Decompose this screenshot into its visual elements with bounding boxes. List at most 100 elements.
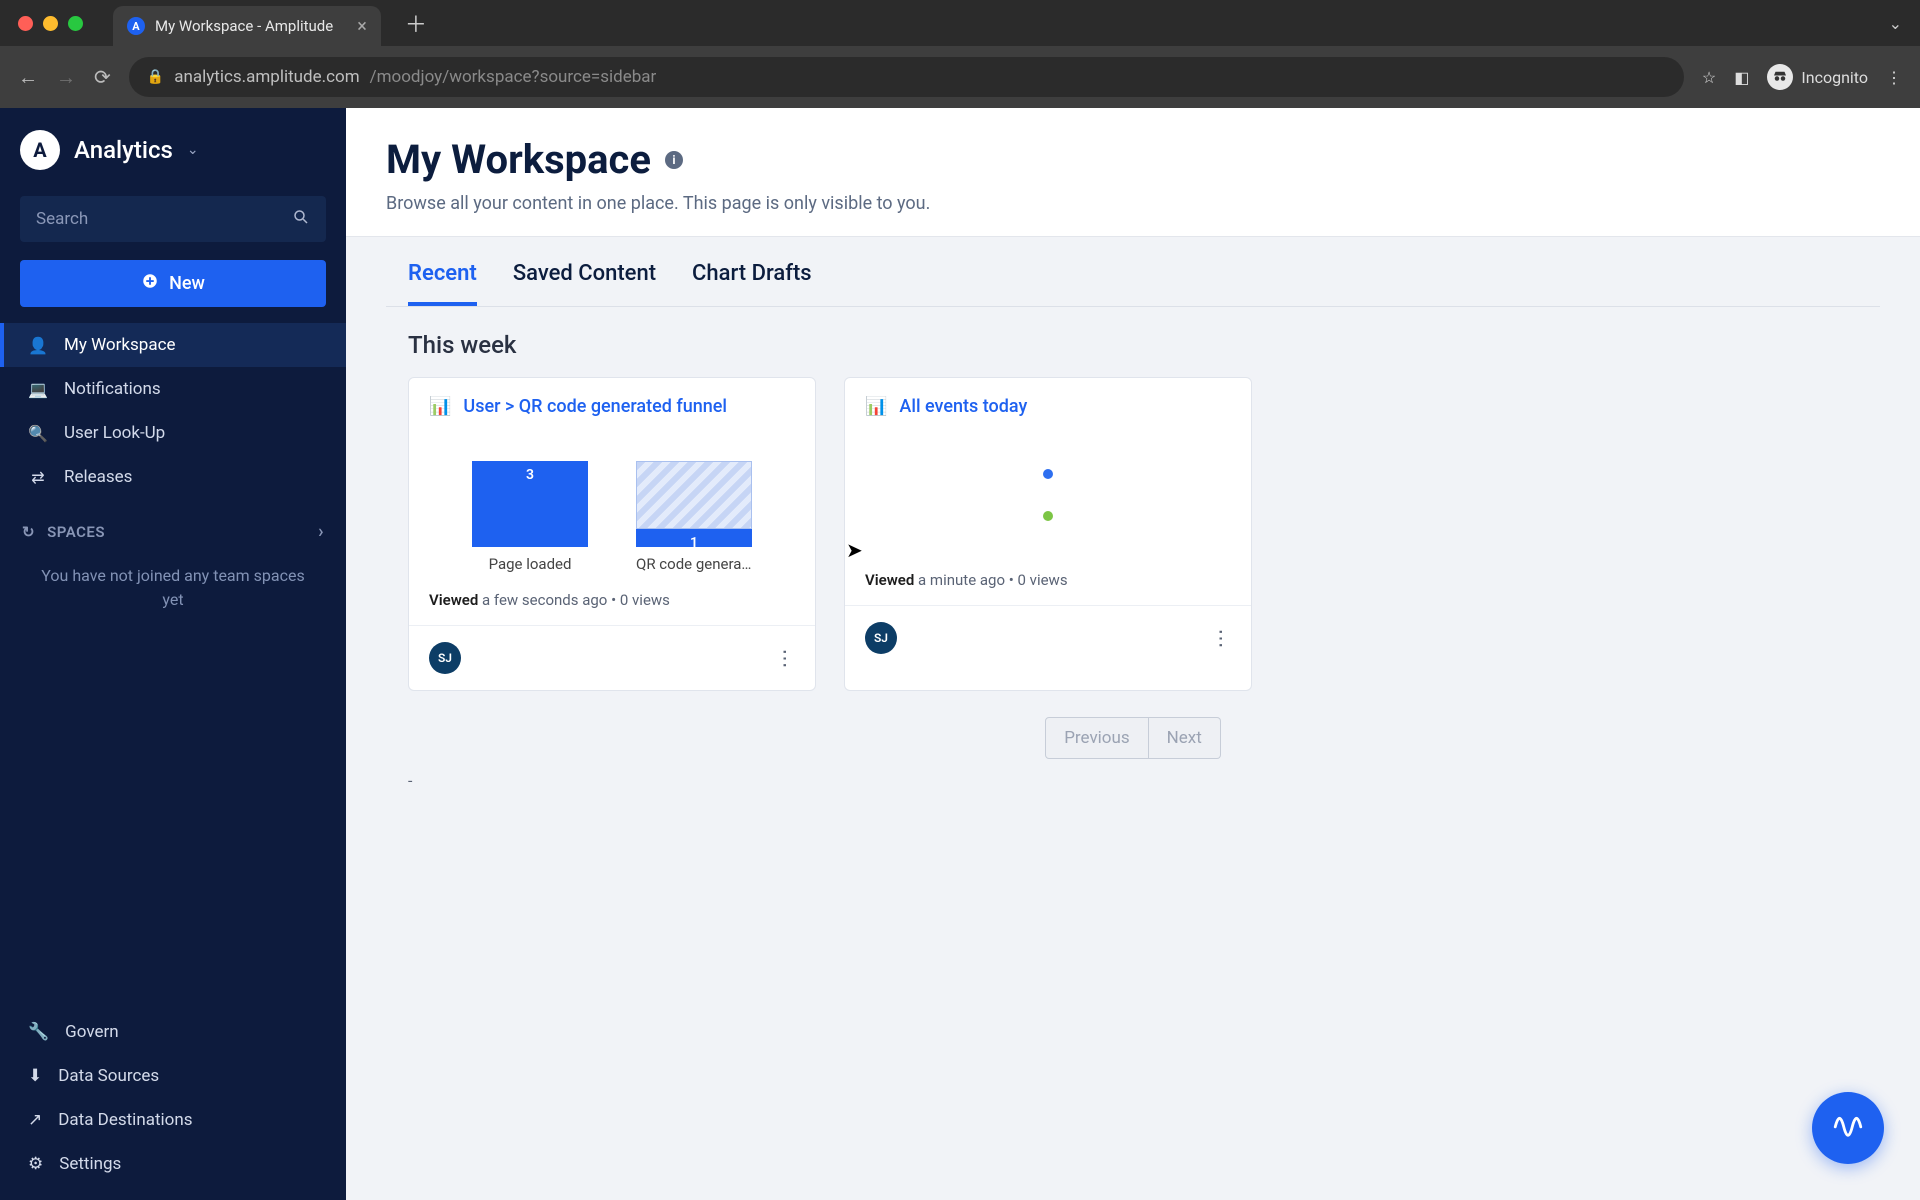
section-title: This week	[386, 307, 1880, 377]
viewed-time: a minute ago	[918, 571, 1005, 589]
address-bar[interactable]: 🔒 analytics.amplitude.com/moodjoy/worksp…	[129, 57, 1684, 97]
main-content: My Workspace i Browse all your content i…	[346, 108, 1920, 1200]
card-all-events[interactable]: 📊 All events today Viewed a minute ago •	[844, 377, 1252, 691]
avatar[interactable]: SJ	[865, 622, 897, 654]
assistant-fab[interactable]	[1812, 1092, 1884, 1164]
chevron-down-icon[interactable]: ⌄	[187, 142, 199, 158]
panel-icon[interactable]: ◧	[1734, 68, 1749, 87]
browser-toolbar: ← → ⟳ 🔒 analytics.amplitude.com/moodjoy/…	[0, 46, 1920, 108]
tab-chart-drafts[interactable]: Chart Drafts	[692, 261, 812, 306]
sidebar-item-notifications[interactable]: 💻Notifications	[0, 367, 346, 411]
search-icon[interactable]	[292, 208, 310, 230]
search-input-wrap[interactable]	[20, 196, 326, 242]
sidebar-item-govern[interactable]: 🔧Govern	[0, 1010, 346, 1054]
viewed-label: Viewed	[429, 591, 478, 609]
scatter-chart	[863, 443, 1233, 553]
browser-chrome: A My Workspace - Amplitude × ＋ ⌄ ← → ⟳ 🔒…	[0, 0, 1920, 108]
card-kebab-icon[interactable]: ⋯	[1210, 629, 1234, 648]
previous-button[interactable]: Previous	[1045, 717, 1148, 759]
download-icon: ⬇	[28, 1066, 42, 1086]
funnel-chart: 3 Page loaded 1 QR code generat...	[427, 443, 797, 573]
info-icon[interactable]: i	[665, 151, 683, 169]
content-area: Recent Saved Content Chart Drafts This w…	[346, 237, 1920, 1200]
user-lookup-icon: 🔍	[28, 424, 48, 443]
titlebar: A My Workspace - Amplitude × ＋ ⌄	[0, 0, 1920, 46]
app-logo-icon: A	[20, 130, 60, 170]
sidebar-item-data-sources[interactable]: ⬇Data Sources	[0, 1054, 346, 1098]
close-window-icon[interactable]	[18, 16, 33, 31]
sidebar-item-settings[interactable]: ⚙Settings	[0, 1142, 346, 1186]
tab-saved-content[interactable]: Saved Content	[513, 261, 656, 306]
new-tab-button[interactable]: ＋	[405, 7, 427, 39]
card-title[interactable]: All events today	[899, 396, 1027, 417]
bar-label: QR code generat...	[636, 555, 752, 573]
funnel-bar-0: 3 Page loaded	[472, 461, 588, 573]
sidebar-nav: 👤My Workspace 💻Notifications 🔍User Look-…	[0, 323, 346, 499]
viewed-time: a few seconds ago	[482, 591, 607, 609]
views-count: 0 views	[1018, 571, 1068, 589]
maximize-window-icon[interactable]	[68, 16, 83, 31]
incognito-icon	[1767, 64, 1793, 90]
window-controls	[18, 16, 83, 31]
page-subtitle: Browse all your content in one place. Th…	[386, 193, 1880, 214]
sidebar-item-data-destinations[interactable]: ↗Data Destinations	[0, 1098, 346, 1142]
forward-button[interactable]: →	[56, 65, 76, 90]
refresh-icon: ↻	[22, 523, 35, 541]
scatter-point-a	[1043, 469, 1053, 479]
funnel-bar-1: 1 QR code generat...	[636, 461, 752, 573]
incognito-indicator[interactable]: Incognito	[1767, 64, 1868, 90]
lock-icon: 🔒	[147, 69, 164, 85]
new-button[interactable]: New	[20, 260, 326, 307]
spaces-label: SPACES	[47, 523, 105, 541]
chart-icon: 📊	[865, 396, 887, 417]
card-kebab-icon[interactable]: ⋯	[774, 649, 798, 668]
bar-label: Page loaded	[489, 555, 572, 573]
external-icon: ↗	[28, 1110, 42, 1130]
laptop-icon: 💻	[28, 380, 48, 399]
content-tabs: Recent Saved Content Chart Drafts	[386, 243, 1880, 307]
plus-circle-icon	[141, 272, 159, 295]
card-meta: Viewed a few seconds ago • 0 views	[409, 587, 815, 625]
sidebar-item-my-workspace[interactable]: 👤My Workspace	[0, 323, 346, 367]
bookmark-icon[interactable]: ☆	[1702, 68, 1716, 87]
app-root: A Analytics ⌄ New 👤My Workspace 💻Notific…	[0, 108, 1920, 1200]
next-button[interactable]: Next	[1149, 717, 1221, 759]
app-name: Analytics	[74, 136, 173, 164]
reload-button[interactable]: ⟳	[94, 65, 111, 89]
page-header: My Workspace i Browse all your content i…	[346, 108, 1920, 237]
card-title[interactable]: User > QR code generated funnel	[463, 396, 727, 417]
viewed-label: Viewed	[865, 571, 914, 589]
spaces-header[interactable]: ↻ SPACES ›	[0, 499, 346, 554]
kebab-menu-icon[interactable]: ⋮	[1886, 68, 1902, 87]
bar-value: 3	[472, 461, 588, 547]
close-tab-icon[interactable]: ×	[357, 16, 367, 37]
wrench-icon: 🔧	[28, 1022, 49, 1042]
avatar[interactable]: SJ	[429, 642, 461, 674]
chevron-right-icon[interactable]: ›	[318, 521, 324, 542]
sidebar-header[interactable]: A Analytics ⌄	[0, 108, 346, 192]
search-input[interactable]	[36, 209, 292, 229]
cards-row: 📊 User > QR code generated funnel 3 Page…	[386, 377, 1880, 691]
dash-text: -	[386, 759, 1880, 802]
url-path: /moodjoy/workspace?source=sidebar	[370, 67, 657, 87]
tab-title: My Workspace - Amplitude	[155, 17, 333, 35]
bar-value: 1	[636, 529, 752, 547]
spaces-empty-text: You have not joined any team spaces yet	[0, 554, 346, 622]
url-host: analytics.amplitude.com	[174, 67, 359, 87]
card-funnel[interactable]: 📊 User > QR code generated funnel 3 Page…	[408, 377, 816, 691]
toolbar-right: ☆ ◧ Incognito ⋮	[1702, 64, 1902, 90]
gear-icon: ⚙	[28, 1154, 43, 1174]
sidebar-item-user-lookup[interactable]: 🔍User Look-Up	[0, 411, 346, 455]
tabs-dropdown-icon[interactable]: ⌄	[1889, 14, 1902, 33]
browser-tab[interactable]: A My Workspace - Amplitude ×	[113, 6, 381, 46]
chart-icon: 📊	[429, 396, 451, 417]
amplitude-logo-icon	[1831, 1107, 1865, 1149]
sidebar-item-releases[interactable]: ⇄Releases	[0, 455, 346, 499]
tab-recent[interactable]: Recent	[408, 261, 477, 306]
sidebar-bottom-nav: 🔧Govern ⬇Data Sources ↗Data Destinations…	[0, 1010, 346, 1200]
minimize-window-icon[interactable]	[43, 16, 58, 31]
back-button[interactable]: ←	[18, 65, 38, 90]
page-title: My Workspace	[386, 136, 651, 183]
incognito-label: Incognito	[1801, 68, 1868, 87]
releases-icon: ⇄	[28, 468, 48, 487]
